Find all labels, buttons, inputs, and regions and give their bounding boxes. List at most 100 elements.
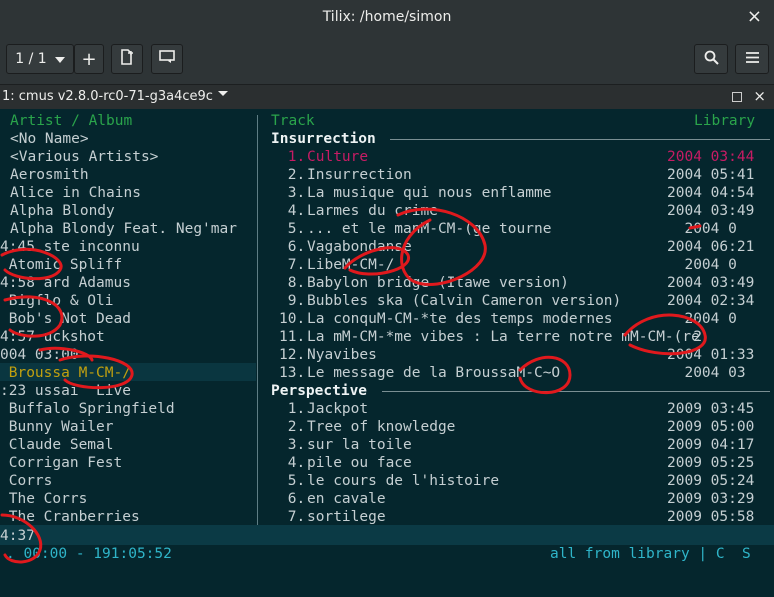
terminal-title[interactable]: 1: cmus v2.8.0-rc0-71-g3a4ce9c <box>2 89 213 104</box>
track-number: 6. <box>279 239 306 255</box>
track-date-duration: 2009 05:00 <box>667 419 755 435</box>
track-number: 7. <box>279 257 306 273</box>
artist-item[interactable]: The Corrs <box>0 490 88 508</box>
track-number: 2. <box>279 167 306 183</box>
track-number: 1. <box>279 149 306 165</box>
track-date-duration: 2004 01:33 <box>667 347 755 363</box>
track-number: 4. <box>279 455 306 471</box>
artist-item[interactable]: 4:57 uckshot <box>0 328 105 346</box>
track-date-duration: 2004 0 <box>667 311 737 327</box>
artist-item[interactable]: Corrigan Fest <box>0 454 123 472</box>
status-left: 4:37 <box>0 528 35 544</box>
track-number: 3. <box>279 185 306 201</box>
track-name[interactable]: Bubbles ska (Calvin Cameron version) <box>307 292 621 310</box>
artist-item[interactable]: 4:58 ard Adamus <box>0 274 131 292</box>
track-number: 9. <box>279 293 306 309</box>
playback-time: . 00:00 - 191:05:52 <box>6 546 172 562</box>
add-session-button[interactable]: + <box>74 44 104 74</box>
track-number: 2. <box>279 419 306 435</box>
track-number: 4. <box>279 203 306 219</box>
pane-separator <box>257 115 258 525</box>
track-name[interactable]: La musique qui nous enflamme <box>307 184 551 202</box>
album-title: Insurrection <box>271 131 376 147</box>
session-count: 1 / 1 <box>15 51 47 67</box>
artist-item[interactable]: <Various Artists> <box>10 148 158 166</box>
sync-input-button[interactable] <box>151 44 183 74</box>
track-date-duration: 2009 05:24 <box>667 473 755 489</box>
track-name[interactable]: Insurrection <box>307 166 412 184</box>
track-number: 5. <box>279 221 306 237</box>
track-name[interactable]: La conquM-CM-*te des temps modernes <box>307 310 613 328</box>
track-name[interactable]: Jackpot <box>307 400 368 418</box>
artist-item[interactable]: Alpha Blondy Feat. Neg'mar <box>10 220 237 238</box>
cmus-terminal[interactable]: Artist / Album Track Library <No Name> <V… <box>0 109 774 597</box>
search-icon <box>704 50 719 69</box>
album-divider <box>390 139 770 140</box>
track-number: 13. <box>279 365 306 381</box>
track-date-duration: 2009 03:29 <box>667 491 755 507</box>
track-date-duration: 2004 04:54 <box>667 185 755 201</box>
track-name[interactable]: Culture <box>307 148 368 166</box>
artist-item[interactable]: Claude Semal <box>0 436 114 454</box>
sync-input-icon <box>159 50 175 68</box>
artist-item[interactable]: The Cranberries <box>0 508 140 526</box>
close-terminal-icon[interactable]: × <box>753 87 766 105</box>
track-name[interactable]: ... et le manM-CM-(ge tourne <box>307 220 551 238</box>
artist-item[interactable]: Alpha Blondy <box>10 202 115 220</box>
track-name[interactable]: Babylon bridge (Itawe version) <box>307 274 569 292</box>
track-name[interactable]: en cavale <box>307 490 386 508</box>
track-number: 3. <box>279 437 306 453</box>
artist-item[interactable]: Bunny Wailer <box>0 418 114 436</box>
artist-item[interactable]: Alice in Chains <box>10 184 141 202</box>
artist-item[interactable]: Aerosmith <box>10 166 89 184</box>
window-title: Tilix: /home/simon <box>322 9 452 25</box>
menu-button[interactable] <box>735 44 769 74</box>
artist-item[interactable]: Buffalo Springfield <box>0 400 175 418</box>
artist-item[interactable]: <No Name> <box>10 130 89 148</box>
track-date-duration: 2004 0 <box>667 257 737 273</box>
track-number: 1. <box>279 401 306 417</box>
track-date-duration: 2004 05:41 <box>667 167 755 183</box>
artist-item[interactable]: Bigflo & Oli <box>0 292 114 310</box>
artist-item[interactable]: 4:45 ste inconnu <box>0 238 140 256</box>
track-date-duration: 2004 03:49 <box>667 275 755 291</box>
track-date-duration: 2004 03:44 <box>667 149 755 165</box>
track-name[interactable]: sur la toile <box>307 436 412 454</box>
track-name[interactable]: Nyavibes <box>307 346 377 364</box>
terminal-titlebar: 1: cmus v2.8.0-rc0-71-g3a4ce9c × <box>0 85 774 109</box>
track-name[interactable]: Tree of knowledge <box>307 418 455 436</box>
status-bar <box>0 525 774 545</box>
track-name[interactable]: le cours de l'histoire <box>307 472 499 490</box>
plus-icon: + <box>81 48 97 70</box>
track-name[interactable]: La mM-CM-*me vibes : La terre notre mM-C… <box>307 328 700 346</box>
artist-item[interactable]: Bob's Not Dead <box>0 310 131 328</box>
track-name[interactable]: Vagabondanse <box>307 238 412 256</box>
library-header: Library <box>694 113 756 129</box>
new-tab-button[interactable] <box>111 44 143 74</box>
track-number: 12. <box>279 347 306 363</box>
artist-item[interactable]: :23 ussai Live <box>0 382 131 400</box>
artist-item[interactable]: Atomic Spliff <box>0 256 123 274</box>
close-window-button[interactable]: × <box>747 6 762 27</box>
terminal-menu-icon[interactable] <box>218 88 228 101</box>
track-name[interactable]: LibeM-CM-/ <box>307 256 394 274</box>
artist-item[interactable]: Corrs <box>0 472 53 490</box>
track-date-duration: 2004 02:34 <box>667 293 755 309</box>
artist-item[interactable]: Broussa M-CM-/ <box>0 364 131 382</box>
track-date-duration: 2009 05:25 <box>667 455 755 471</box>
track-name[interactable]: sortilege <box>307 508 386 526</box>
search-button[interactable] <box>694 44 728 74</box>
track-name[interactable]: pile ou face <box>307 454 412 472</box>
session-switcher-button[interactable]: 1 / 1 <box>6 44 74 74</box>
track-date-duration: 2009 05:58 <box>667 509 755 525</box>
track-name[interactable]: Le message de la BroussaM-C~O <box>307 364 560 382</box>
artist-item[interactable]: 004 03:00 <box>0 346 79 364</box>
track-date-duration: 2 <box>667 329 702 345</box>
track-date-duration: 2009 03:45 <box>667 401 755 417</box>
window-titlebar: Tilix: /home/simon × <box>0 0 774 36</box>
track-name[interactable]: Larmes du crime <box>307 202 438 220</box>
maximize-terminal-icon[interactable] <box>732 92 742 102</box>
track-number: 10. <box>279 311 306 327</box>
track-date-duration: 2009 04:17 <box>667 437 755 453</box>
artist-album-header: Artist / Album <box>10 113 133 129</box>
